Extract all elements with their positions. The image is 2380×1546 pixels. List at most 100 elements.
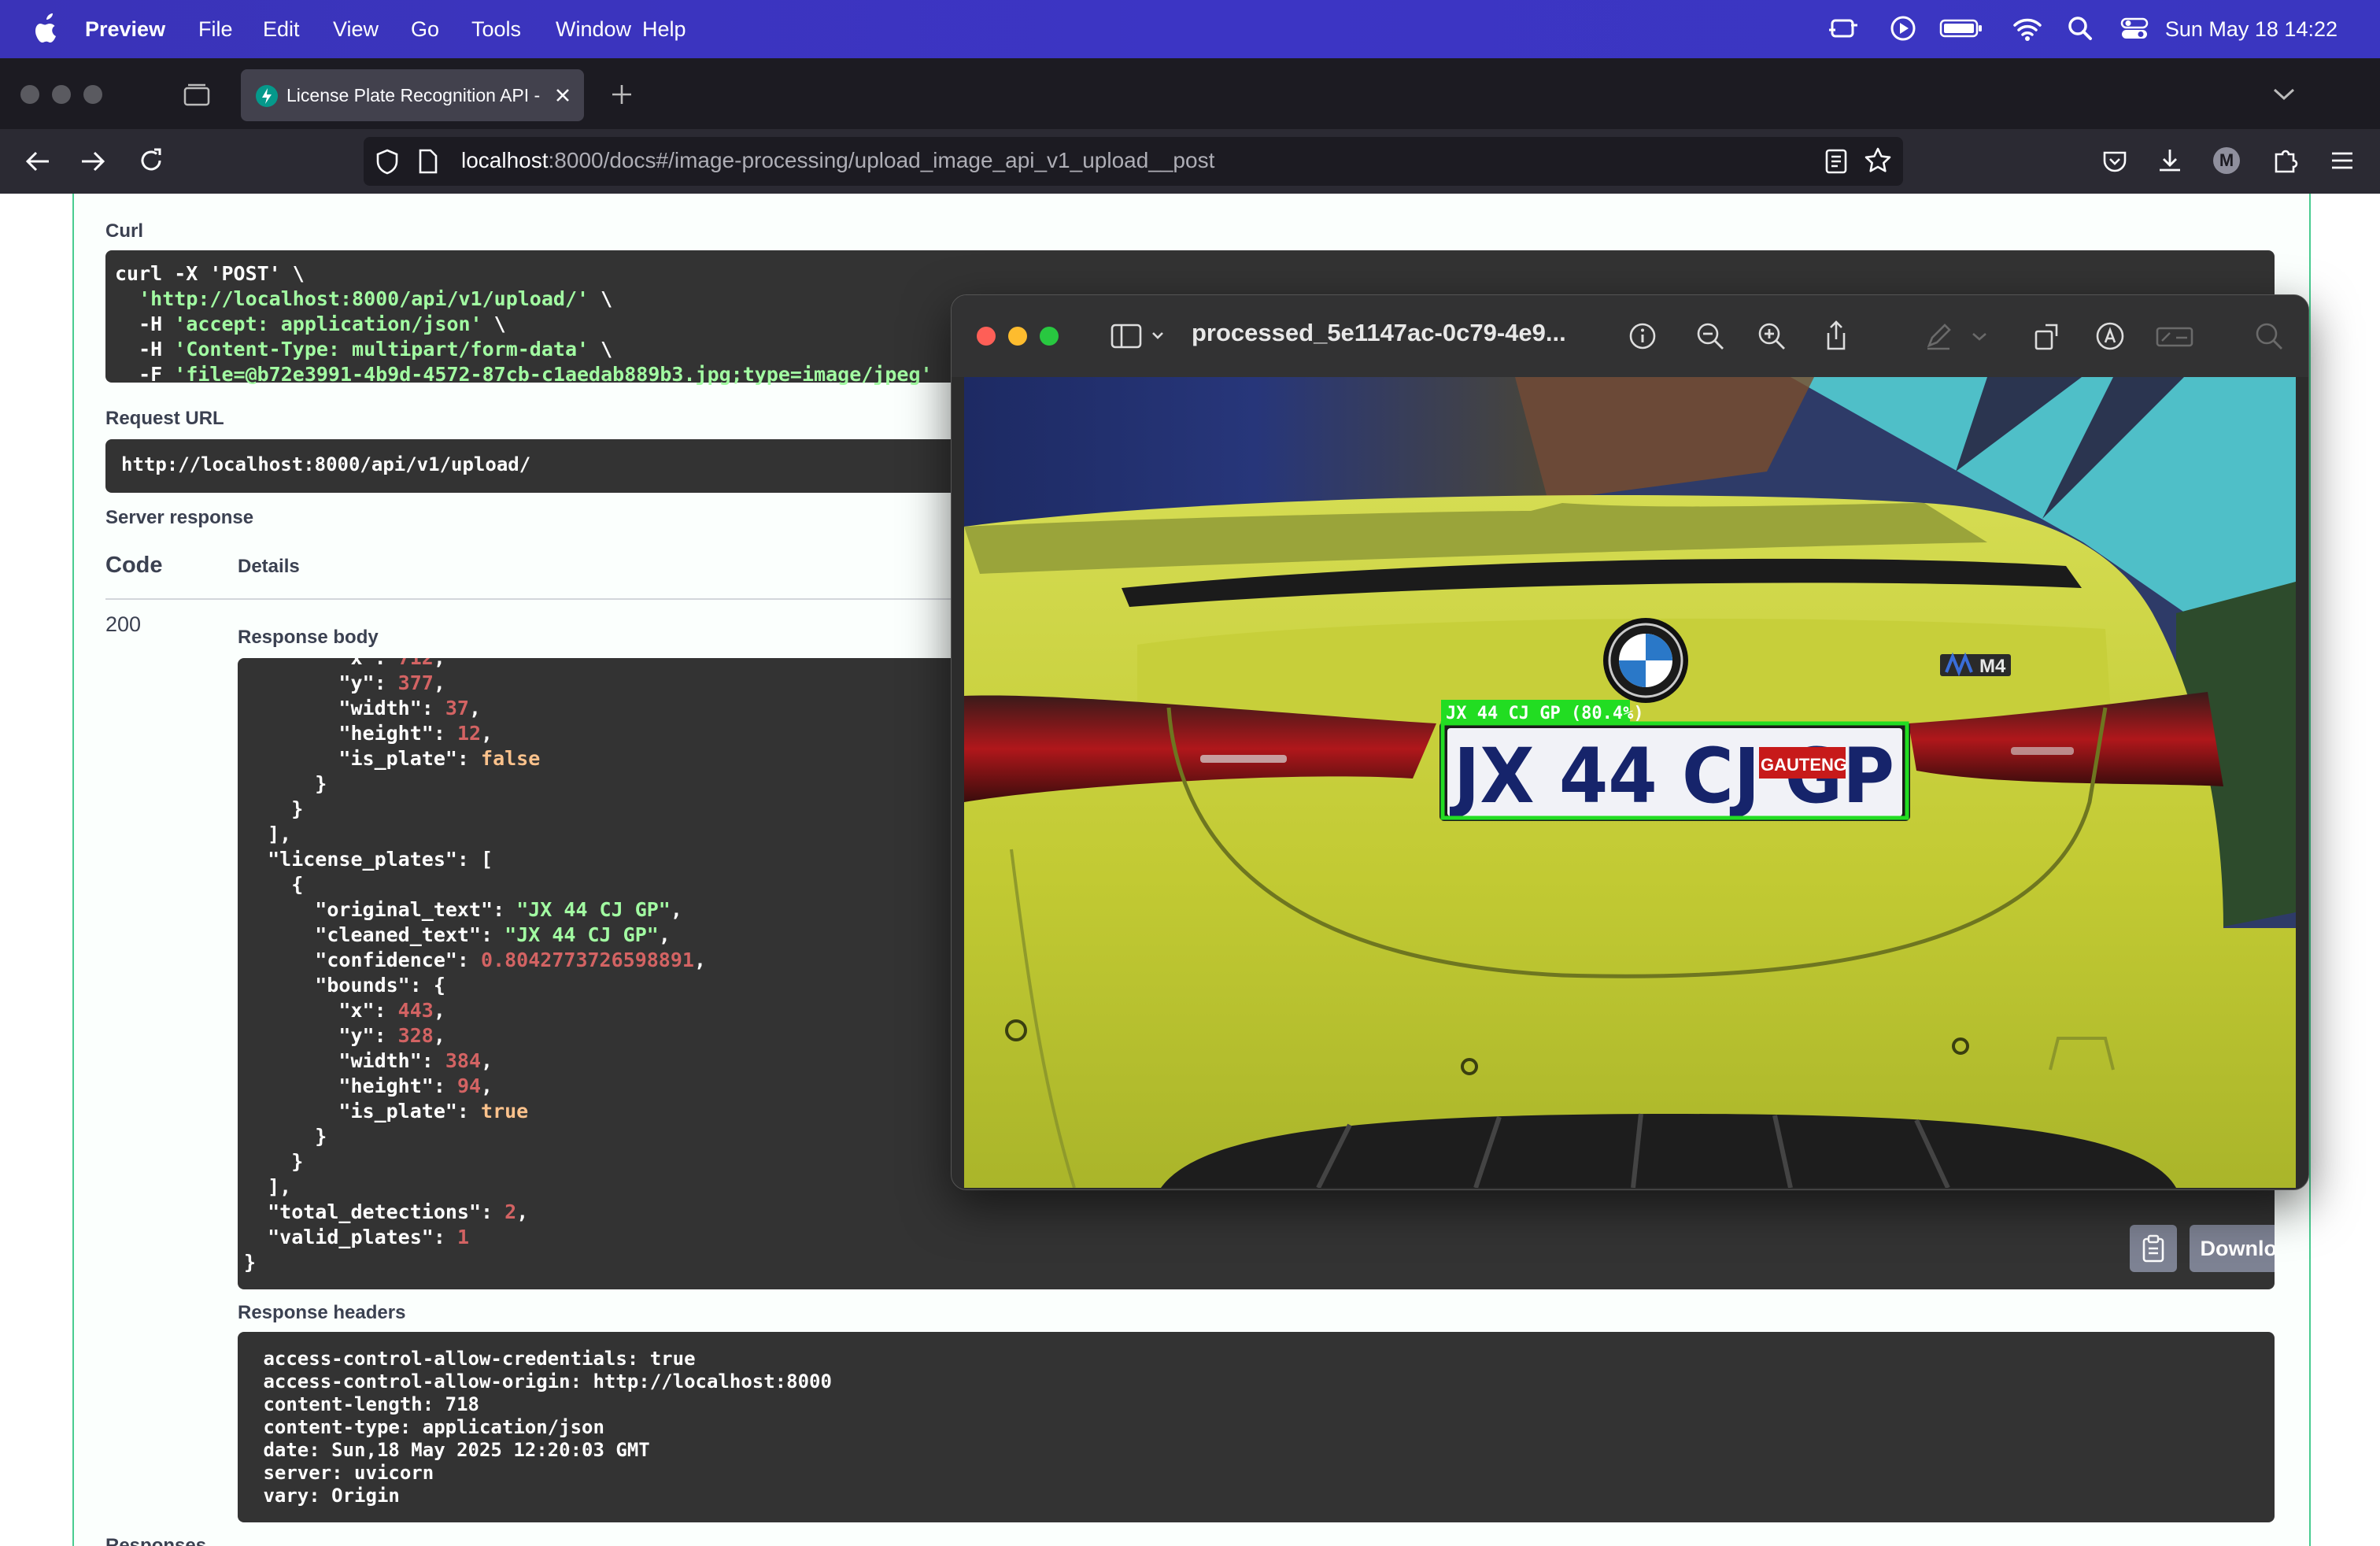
response-body-line: } <box>244 797 304 820</box>
zoom-in-icon[interactable] <box>1754 319 1789 353</box>
preview-zoom-button[interactable] <box>1040 327 1059 346</box>
response-body-line: "x": 712, <box>244 658 445 669</box>
macos-menu-bar: Preview File Edit View Go Tools Window H… <box>0 0 2380 58</box>
response-header-line: access-control-allow-origin: http://loca… <box>252 1370 844 1393</box>
info-icon[interactable] <box>1625 319 1660 353</box>
menu-bar-clock[interactable]: Sun May 18 14:22 <box>2165 16 2338 43</box>
car-photo-image[interactable]: M4 JX 44 CJ GP GAUTENG JX 44 CJ GP (80.4… <box>964 377 2296 1188</box>
preview-window[interactable]: processed_5e1147ac-0c79-4e9... M4 JX 44 … <box>951 294 2309 1190</box>
now-playing-icon[interactable] <box>1889 14 1917 43</box>
preview-toolbar: processed_5e1147ac-0c79-4e9... <box>952 295 2308 377</box>
battery-icon[interactable] <box>1939 14 1983 43</box>
extensions-puzzle-icon[interactable] <box>2271 146 2298 175</box>
menu-edit[interactable]: Edit <box>263 16 300 43</box>
response-body-line: { <box>244 873 304 896</box>
preview-search-icon[interactable] <box>2252 319 2286 353</box>
response-body-line: "bounds": { <box>244 974 445 997</box>
reload-icon[interactable] <box>137 146 165 175</box>
forward-arrow-icon[interactable] <box>79 148 107 175</box>
copy-to-clipboard-button[interactable] <box>2130 1225 2177 1272</box>
bookmark-star-icon[interactable] <box>1864 146 1892 175</box>
menu-go[interactable]: Go <box>411 16 439 43</box>
response-headers-block[interactable]: access-control-allow-credentials: true a… <box>238 1332 2275 1522</box>
tab-title: License Plate Recognition API - <box>286 85 541 105</box>
download-button[interactable]: Download <box>2190 1225 2275 1272</box>
wifi-icon[interactable] <box>2012 14 2043 43</box>
details-column-header: Details <box>238 556 300 577</box>
menu-view[interactable]: View <box>333 16 379 43</box>
response-header-line: vary: Origin <box>252 1485 412 1507</box>
curl-line: 'http://localhost:8000/api/v1/upload/' \ <box>139 287 613 310</box>
svg-text:M4: M4 <box>1979 656 2006 677</box>
detection-label: JX 44 CJ GP (80.4%) <box>1446 704 1644 723</box>
zoom-out-icon[interactable] <box>1693 319 1728 353</box>
downloads-icon[interactable] <box>2156 146 2183 175</box>
response-body-label: Response body <box>238 627 379 648</box>
response-body-line: "x": 443, <box>244 999 445 1022</box>
markup-toolbar-icon[interactable] <box>2093 319 2127 353</box>
response-body-line: } <box>244 772 327 795</box>
control-center-icon[interactable] <box>2120 14 2149 43</box>
new-tab-plus-icon[interactable] <box>609 82 634 107</box>
markup-pen-icon[interactable] <box>1921 319 1956 353</box>
response-header-line: access-control-allow-credentials: true <box>252 1348 707 1370</box>
back-arrow-icon[interactable] <box>24 148 52 175</box>
clipboard-icon <box>2142 1234 2164 1263</box>
response-header-line: content-length: 718 <box>252 1393 491 1415</box>
tab-overview-icon[interactable] <box>183 82 211 107</box>
response-headers-text: access-control-allow-credentials: true a… <box>252 1348 843 1507</box>
window-close-button[interactable] <box>20 85 39 104</box>
response-body-line: "cleaned_text": "JX 44 CJ GP", <box>244 923 671 946</box>
window-minimize-button[interactable] <box>52 85 71 104</box>
response-body-line: "total_detections": 2, <box>244 1200 529 1223</box>
car-photo-drawing: M4 JX 44 CJ GP GAUTENG JX 44 CJ GP (80.4… <box>964 377 2296 1188</box>
request-url-label: Request URL <box>105 408 224 429</box>
reader-view-icon[interactable] <box>1824 148 1848 175</box>
response-body-line: "original_text": "JX 44 CJ GP", <box>244 898 682 921</box>
response-body-line: "is_plate": false <box>244 747 541 770</box>
url-text[interactable]: localhost:8000/docs#/image-processing/up… <box>461 148 1214 173</box>
share-icon[interactable] <box>1819 319 1853 353</box>
account-avatar[interactable]: M <box>2213 147 2240 174</box>
page-info-icon[interactable] <box>417 148 439 175</box>
sidebar-toggle-icon[interactable] <box>1109 319 1166 353</box>
response-body-line: "width": 37, <box>244 697 482 719</box>
response-header-line: server: uvicorn <box>252 1462 445 1484</box>
curl-line: curl -X 'POST' \ <box>115 262 305 285</box>
tab-list-chevron-icon[interactable] <box>2271 83 2297 104</box>
fastapi-favicon-icon <box>256 85 278 107</box>
response-header-line: date: Sun,18 May 2025 12:20:03 GMT <box>252 1439 662 1461</box>
pocket-icon[interactable] <box>2101 148 2128 175</box>
window-zoom-button[interactable] <box>83 85 102 104</box>
response-body-line: "y": 377, <box>244 671 445 694</box>
apple-menu-icon[interactable] <box>30 11 61 46</box>
stage-manager-icon[interactable] <box>1828 14 1859 43</box>
response-body-line: ], <box>244 1175 292 1198</box>
browser-tab-active[interactable]: License Plate Recognition API - <box>241 69 584 121</box>
preview-minimize-button[interactable] <box>1008 327 1027 346</box>
rotate-icon[interactable] <box>2030 319 2064 353</box>
hamburger-menu-icon[interactable] <box>2330 148 2355 173</box>
menu-tools[interactable]: Tools <box>471 16 521 43</box>
tab-close-icon[interactable] <box>554 87 571 104</box>
menu-window[interactable]: Window <box>556 16 631 43</box>
shield-icon[interactable] <box>375 148 400 175</box>
url-path: :8000/docs#/image-processing/upload_imag… <box>548 148 1215 172</box>
menu-file[interactable]: File <box>198 16 233 43</box>
status-code: 200 <box>105 612 142 636</box>
response-body-line: "height": 94, <box>244 1074 493 1097</box>
form-fill-icon[interactable] <box>2154 319 2195 353</box>
preview-close-button[interactable] <box>977 327 996 346</box>
curl-line: -H 'Content-Type: multipart/form-data' \ <box>115 338 613 361</box>
responses-section-title: Responses <box>105 1535 207 1546</box>
response-body-json: "x": 712, "y": 377, "width": 37, "height… <box>244 658 706 1275</box>
response-body-line: } <box>244 1150 304 1173</box>
spotlight-search-icon[interactable] <box>2067 14 2094 43</box>
response-body-line: ], <box>244 823 292 845</box>
markup-chevron-icon[interactable] <box>1967 319 1992 353</box>
address-bar[interactable]: localhost:8000/docs#/image-processing/up… <box>364 137 1903 186</box>
response-body-line: "valid_plates": 1 <box>244 1226 469 1248</box>
curl-label: Curl <box>105 220 143 242</box>
app-name-menu[interactable]: Preview <box>85 16 165 43</box>
menu-help[interactable]: Help <box>642 16 686 43</box>
